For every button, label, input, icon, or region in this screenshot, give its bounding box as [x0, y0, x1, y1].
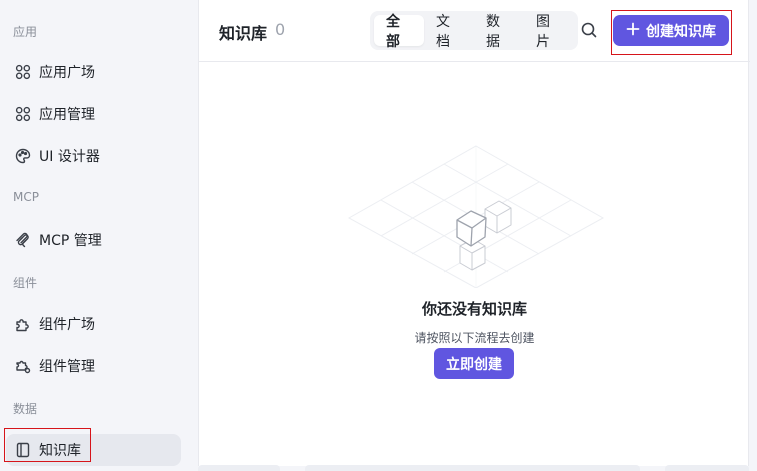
create-knowledge-base-button[interactable]: 创建知识库 [613, 15, 729, 46]
sidebar-item-component-plaza[interactable]: 组件广场 [6, 308, 181, 340]
sidebar-item-app-plaza[interactable]: 应用广场 [6, 56, 181, 88]
empty-state-description: 请按照以下流程去创建 [414, 331, 535, 345]
sidebar: 应用 应用广场 应用管理 UI 设计器 MCP MCP 管理 组件 组件广场 组… [0, 0, 197, 471]
tab-data[interactable]: 数据 [474, 14, 524, 50]
book-icon [13, 440, 33, 460]
plus-icon [626, 22, 640, 40]
palette-icon [13, 146, 33, 166]
bottom-strip [665, 465, 749, 471]
sidebar-item-component-manage[interactable]: 组件管理 [6, 350, 181, 382]
sidebar-item-app-manage[interactable]: 应用管理 [6, 98, 181, 130]
search-icon[interactable] [580, 21, 598, 39]
filter-tabs: 全部 文档 数据 图片 [370, 11, 578, 50]
page-title: 知识库 [219, 24, 268, 43]
tab-docs[interactable]: 文档 [424, 14, 474, 50]
sidebar-item-label: 组件广场 [39, 317, 95, 333]
sidebar-item-label: 应用管理 [39, 107, 95, 123]
puzzle-gear-icon [13, 356, 33, 376]
sidebar-item-mcp-manage[interactable]: MCP 管理 [6, 224, 181, 256]
apps-icon [13, 104, 33, 124]
puzzle-icon [13, 314, 33, 334]
bottom-strip [198, 465, 280, 471]
group-label-mcp: MCP [13, 190, 39, 204]
group-label-components: 组件 [13, 276, 38, 290]
bottom-strip [305, 465, 640, 471]
empty-illustration [347, 145, 605, 288]
tab-images[interactable]: 图片 [524, 14, 574, 50]
apps-icon [13, 62, 33, 82]
main-panel: 知识库 0 全部 文档 数据 图片 创建知识库 你还没有知识库 请按照以下流程去… [198, 0, 750, 466]
sidebar-item-label: MCP 管理 [39, 233, 102, 249]
header: 知识库 0 全部 文档 数据 图片 创建知识库 [199, 0, 750, 62]
sidebar-item-knowledge-base[interactable]: 知识库 [6, 434, 181, 466]
mcp-icon [13, 230, 33, 250]
sidebar-item-label: 应用广场 [39, 65, 95, 81]
create-now-button[interactable]: 立即创建 [434, 348, 514, 379]
item-count: 0 [275, 20, 286, 39]
tab-all[interactable]: 全部 [374, 14, 424, 50]
group-label-data: 数据 [13, 402, 38, 416]
sidebar-item-label: 组件管理 [39, 359, 95, 375]
sidebar-item-ui-designer[interactable]: UI 设计器 [6, 140, 181, 172]
create-button-label: 创建知识库 [646, 23, 716, 40]
group-label-apps: 应用 [13, 25, 38, 39]
sidebar-item-label: 知识库 [39, 443, 81, 459]
empty-state-title: 你还没有知识库 [421, 300, 527, 318]
sidebar-item-label: UI 设计器 [39, 149, 100, 165]
